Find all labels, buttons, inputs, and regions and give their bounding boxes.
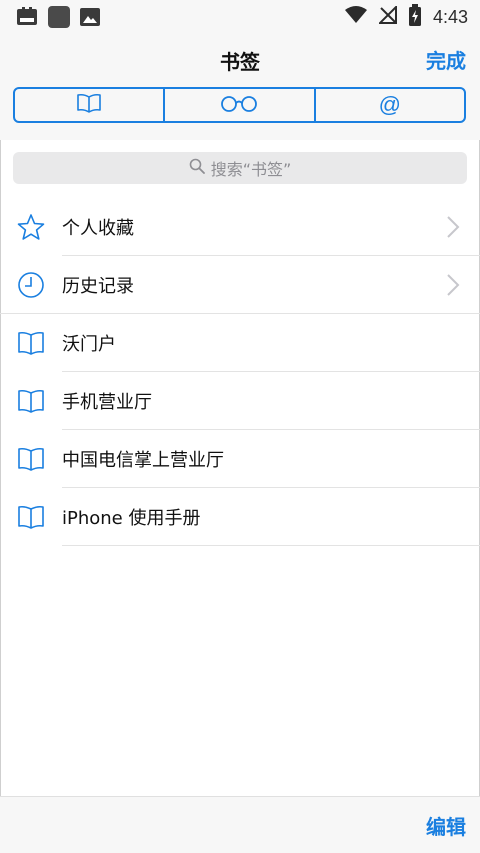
battery-charging-icon	[408, 4, 421, 30]
tab-shared-links[interactable]: @	[316, 89, 464, 121]
search-icon	[189, 158, 205, 178]
edit-button[interactable]: 编辑	[426, 811, 466, 840]
clock-icon	[17, 271, 45, 299]
tab-reading-list[interactable]	[165, 89, 316, 121]
image-notification-icon	[80, 8, 100, 30]
list-item-label: 中国电信掌上营业厅	[62, 450, 224, 471]
star-icon	[17, 213, 45, 241]
search-input[interactable]: 搜索“书签”	[13, 152, 467, 184]
bottom-toolbar: 编辑	[0, 796, 480, 853]
status-bar: 4:43	[0, 0, 480, 34]
bookmark-list: 个人收藏 历史记录 沃门户 手机营业厅 中国电信掌上营业厅 iPhone 使用手…	[0, 198, 480, 546]
row-divider	[62, 545, 480, 546]
list-item-favorites[interactable]: 个人收藏	[0, 198, 480, 256]
list-item-bookmark[interactable]: 沃门户	[0, 314, 480, 372]
wifi-icon	[344, 6, 367, 28]
nav-header: 书签 完成	[0, 34, 480, 84]
book-icon	[17, 329, 45, 357]
list-item-bookmark[interactable]: iPhone 使用手册	[0, 488, 480, 546]
app-square-icon	[48, 6, 70, 32]
at-symbol: @	[378, 92, 401, 117]
tab-bookmarks[interactable]	[15, 89, 166, 121]
segment-bar: @	[0, 84, 480, 140]
search-placeholder: 搜索“书签”	[210, 160, 292, 179]
book-icon	[17, 445, 45, 473]
status-time: 4:43	[432, 6, 468, 27]
list-item-label: 沃门户	[62, 334, 116, 355]
done-button[interactable]: 完成	[426, 45, 466, 74]
book-icon	[17, 503, 45, 531]
sim-card-notification-icon	[16, 7, 38, 31]
list-item-bookmark[interactable]: 手机营业厅	[0, 372, 480, 430]
book-icon	[76, 93, 102, 117]
book-icon	[17, 387, 45, 415]
list-item-label: 手机营业厅	[62, 392, 152, 413]
reading-glasses-icon	[220, 94, 258, 116]
list-item-label: 个人收藏	[62, 218, 134, 239]
list-item-label: 历史记录	[62, 276, 134, 297]
chevron-right-icon	[446, 273, 460, 301]
segmented-control: @	[13, 87, 466, 123]
no-signal-icon	[377, 4, 397, 28]
list-item-bookmark[interactable]: 中国电信掌上营业厅	[0, 430, 480, 488]
list-item-history[interactable]: 历史记录	[0, 256, 480, 314]
list-item-label: iPhone 使用手册	[62, 508, 201, 529]
chevron-right-icon	[446, 215, 460, 243]
page-title: 书签	[220, 50, 260, 74]
